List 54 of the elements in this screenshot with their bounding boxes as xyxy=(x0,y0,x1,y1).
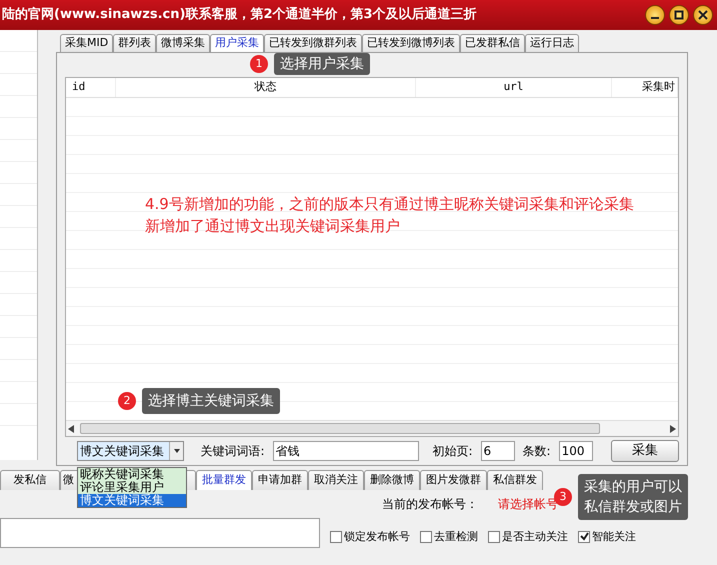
callout-tooltip: 选择博主关键词采集 xyxy=(142,388,280,414)
option-checkbox[interactable]: 智能关注 xyxy=(578,530,636,543)
scroll-left-icon[interactable] xyxy=(68,424,74,432)
account-label: 当前的发布帐号： xyxy=(382,496,478,513)
callout-tooltip: 选择用户采集 xyxy=(274,53,370,75)
column-header[interactable]: 状态 xyxy=(116,78,416,97)
option-checkbox[interactable]: 去重检测 xyxy=(420,530,478,543)
close-button[interactable] xyxy=(693,5,713,25)
tab[interactable]: 运行日志 xyxy=(525,34,580,52)
dropdown-option[interactable]: 评论里采集用户 xyxy=(78,481,186,494)
keyword-input[interactable]: 省钱 xyxy=(272,441,418,461)
scroll-right-icon[interactable] xyxy=(670,424,676,432)
count-input[interactable]: 100 xyxy=(558,441,593,461)
option-checkbox[interactable]: 是否主动关注 xyxy=(488,530,568,543)
message-textarea[interactable] xyxy=(0,518,320,548)
tab[interactable]: 群列表 xyxy=(113,34,156,52)
annotation-text: 4.9号新增加的功能，之前的版本只有通过博主昵称关键词采集和评论采集 xyxy=(145,194,634,215)
caret-icon xyxy=(174,449,180,453)
horizontal-scrollbar[interactable] xyxy=(66,420,678,436)
maximize-icon xyxy=(674,10,684,20)
keyword-label: 关键词词语: xyxy=(200,443,264,460)
tab[interactable]: 取消关注 xyxy=(308,470,364,490)
annotation-text: 新增加了通过博文出现关键词采集用户 xyxy=(145,216,401,237)
tab[interactable]: 已发群私信 xyxy=(460,34,526,52)
minimize-icon xyxy=(651,17,659,19)
minimize-button[interactable] xyxy=(645,5,665,25)
option-checkbox[interactable]: 锁定发布帐号 xyxy=(330,530,410,543)
window-title: 陆的官网(www.sinawzs.cn)联系客服，第2个通道半价，第3个及以后通道三折 xyxy=(2,6,477,24)
close-icon xyxy=(698,10,708,20)
column-header[interactable]: 采集时 xyxy=(612,78,678,97)
tab[interactable]: 已转发到微博列表 xyxy=(362,34,460,52)
callout-tooltip: 采集的用户可以 私信群发或图片 xyxy=(578,474,688,520)
tab[interactable]: 图片发微群 xyxy=(420,470,487,490)
column-header[interactable]: url xyxy=(416,78,612,97)
tab[interactable]: 已转发到微群列表 xyxy=(264,34,362,52)
tab[interactable]: 批量群发 xyxy=(196,470,252,490)
tab[interactable]: 私信群发 xyxy=(487,470,543,490)
scrollbar-thumb[interactable] xyxy=(80,423,600,434)
count-label: 条数: xyxy=(522,443,551,460)
tab[interactable]: 用户采集 xyxy=(210,34,264,52)
maximize-button[interactable] xyxy=(669,5,689,25)
tab[interactable]: 申请加群 xyxy=(252,470,308,490)
column-header[interactable]: id xyxy=(66,78,116,97)
tab[interactable]: 采集MID xyxy=(60,34,114,52)
mode-dropdown[interactable]: 博文关键词采集 xyxy=(77,441,184,461)
dropdown-option[interactable]: 昵称关键词采集 xyxy=(78,468,186,481)
tab[interactable]: 发私信 xyxy=(0,470,60,490)
start-page-label: 初始页: xyxy=(432,443,473,460)
tab[interactable]: 微博采集 xyxy=(156,34,210,52)
dropdown-option[interactable]: 博文关键词采集 xyxy=(78,494,186,507)
start-page-input[interactable]: 6 xyxy=(480,441,515,461)
collect-button[interactable]: 采集 xyxy=(610,440,679,462)
tab[interactable]: 删除微博 xyxy=(364,470,420,490)
check-icon xyxy=(580,532,588,541)
